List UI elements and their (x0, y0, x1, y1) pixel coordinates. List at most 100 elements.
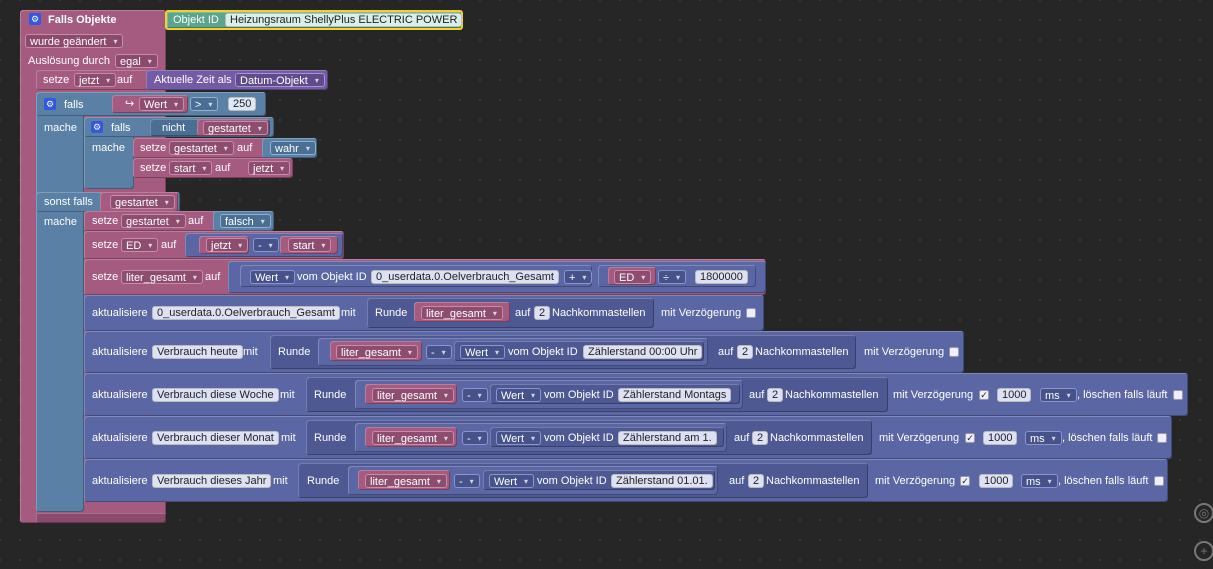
gear-icon[interactable]: ⚙ (91, 121, 103, 133)
minus-operator-dropdown[interactable]: - (253, 238, 279, 253)
minus-operator-dropdown[interactable]: - (462, 388, 488, 403)
var-ed-dropdown[interactable]: ED (121, 238, 159, 253)
if-block[interactable] (36, 92, 84, 512)
true-dropdown[interactable]: wahr (270, 141, 316, 156)
with-keyword: mit (280, 389, 295, 401)
if-keyword: falls (64, 99, 84, 111)
var-liter-dropdown[interactable]: liter_gesamt (336, 345, 418, 360)
plus-operator-dropdown[interactable]: + (564, 270, 593, 285)
delay-label: mit Verzögerung (879, 432, 960, 444)
with-keyword: mit (281, 432, 296, 444)
object-id-field[interactable]: 0_userdata.0.Oelverbrauch_Gesamt (371, 270, 559, 284)
update-target-field[interactable]: Verbrauch dieser Monat (152, 431, 279, 445)
delay-checkbox[interactable]: ✓ (960, 476, 970, 486)
set-keyword: setze (140, 162, 167, 174)
update-target-field[interactable]: Verbrauch dieses Jahr (152, 474, 272, 488)
var-jetzt-dropdown[interactable]: jetzt (74, 73, 117, 88)
object-id-field[interactable]: Zählerstand Montags (618, 388, 732, 402)
var-gestartet-dropdown[interactable]: gestartet (110, 195, 175, 210)
var-jetzt-dropdown[interactable]: jetzt (248, 161, 291, 176)
delay-unit-dropdown[interactable]: ms (1040, 388, 1077, 403)
delay-checkbox[interactable]: ✓ (965, 433, 975, 443)
delay-checkbox[interactable]: ✓ (979, 390, 989, 400)
round-keyword: Runde (307, 475, 340, 487)
var-liter-dropdown[interactable]: liter_gesamt (421, 306, 503, 321)
from-object-label: vom Objekt ID (508, 346, 578, 358)
digits-field[interactable]: 2 (748, 474, 765, 488)
round-keyword: Runde (314, 432, 347, 444)
trigger-bottom (36, 513, 166, 523)
digits-field[interactable]: 2 (534, 306, 551, 320)
to-keyword: auf (718, 346, 734, 358)
to-keyword: auf (734, 432, 750, 444)
value-property-dropdown[interactable]: Wert (496, 431, 542, 446)
var-liter-dropdown[interactable]: liter_gesamt (372, 388, 454, 403)
clear-if-running-label: , löschen falls läuft (1062, 432, 1153, 444)
update-target-field[interactable]: 0_userdata.0.Oelverbrauch_Gesamt (152, 306, 340, 320)
gear-icon[interactable]: ⚙ (44, 98, 56, 110)
comparison-dropdown[interactable]: > (190, 97, 219, 112)
zoom-center-icon[interactable]: ◎ (1194, 503, 1213, 523)
delay-label: mit Verzögerung (875, 475, 956, 487)
var-jetzt-dropdown[interactable]: jetzt (206, 238, 249, 253)
digits-field[interactable]: 2 (737, 345, 754, 359)
divisor-field[interactable]: 1800000 (695, 270, 748, 284)
object-id-field[interactable]: Heizungsraum ShellyPlus ELECTRIC POWER (225, 13, 463, 27)
value-property-dropdown[interactable]: Wert (460, 345, 506, 360)
object-id-field[interactable]: Zählerstand 00:00 Uhr (583, 345, 703, 359)
clear-if-running-label: , löschen falls läuft (1077, 389, 1168, 401)
false-dropdown[interactable]: falsch (220, 214, 271, 229)
value-property-dropdown[interactable]: Wert (489, 474, 535, 489)
var-start-dropdown[interactable]: start (288, 238, 332, 253)
var-liter-dropdown[interactable]: liter_gesamt (372, 431, 454, 446)
gear-icon[interactable]: ⚙ (29, 13, 41, 25)
value-property-dropdown[interactable]: Wert (496, 388, 542, 403)
delay-checkbox[interactable] (949, 347, 959, 357)
cause-dropdown[interactable]: egal (115, 54, 158, 69)
threshold-field[interactable]: 250 (228, 97, 257, 111)
delay-unit-dropdown[interactable]: ms (1025, 431, 1062, 446)
var-liter-dropdown[interactable]: liter_gesamt (365, 474, 447, 489)
minus-operator-dropdown[interactable]: - (426, 345, 452, 360)
changed-dropdown[interactable]: wurde geändert (25, 34, 124, 49)
date-object-dropdown[interactable]: Datum-Objekt (235, 73, 325, 88)
var-gestartet-dropdown[interactable]: gestartet (203, 121, 268, 136)
object-id-field[interactable]: Zählerstand am 1. (618, 431, 717, 445)
clear-checkbox[interactable] (1154, 476, 1164, 486)
minus-operator-dropdown[interactable]: - (454, 474, 480, 489)
var-gestartet-dropdown[interactable]: gestartet (169, 141, 234, 156)
delay-value-field[interactable]: 1000 (979, 474, 1014, 488)
decimals-label: Nachkommastellen (755, 346, 849, 358)
to-keyword: auf (161, 239, 177, 251)
delay-value-field[interactable]: 1000 (983, 431, 1018, 445)
delay-checkbox[interactable] (746, 308, 756, 318)
object-id-block[interactable]: Objekt ID Heizungsraum ShellyPlus ELECTR… (165, 10, 463, 30)
set-keyword: setze (43, 74, 70, 86)
do-keyword: mache (92, 142, 126, 154)
delay-value-field[interactable]: 1000 (997, 388, 1032, 402)
divide-operator-dropdown[interactable]: ÷ (658, 270, 687, 285)
value-property-dropdown[interactable]: Wert (250, 270, 296, 285)
var-ed-dropdown[interactable]: ED (614, 270, 652, 285)
var-start-dropdown[interactable]: start (169, 161, 213, 176)
digits-field[interactable]: 2 (767, 388, 784, 402)
update-keyword: aktualisiere (92, 307, 148, 319)
var-liter-dropdown[interactable]: liter_gesamt (121, 270, 203, 285)
do-keyword: mache (44, 122, 78, 134)
clear-checkbox[interactable] (1157, 433, 1167, 443)
current-time-label: Aktuelle Zeit als (154, 74, 232, 86)
update-target-field[interactable]: Verbrauch diese Woche (152, 388, 279, 402)
to-keyword: auf (117, 74, 133, 86)
value-dropdown[interactable]: Wert (139, 97, 185, 112)
zoom-in-icon[interactable]: + (1194, 541, 1213, 561)
update-target-field[interactable]: Verbrauch heute (152, 345, 243, 359)
delay-unit-dropdown[interactable]: ms (1021, 474, 1058, 489)
object-id-field[interactable]: Zählerstand 01.01. (611, 474, 713, 488)
cause-label: Auslösung durch (28, 55, 110, 67)
minus-operator-dropdown[interactable]: - (462, 431, 488, 446)
clear-checkbox[interactable] (1173, 390, 1183, 400)
digits-field[interactable]: 2 (752, 431, 769, 445)
var-gestartet-dropdown[interactable]: gestartet (121, 214, 186, 229)
update-keyword: aktualisiere (92, 346, 148, 358)
else-if-keyword: sonst falls (44, 196, 93, 208)
